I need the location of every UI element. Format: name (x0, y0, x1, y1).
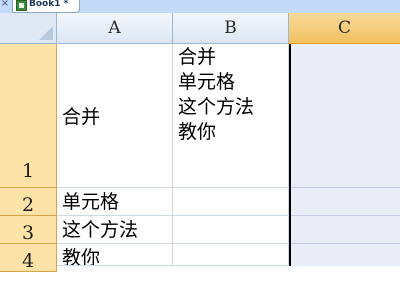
cell-a3[interactable]: 这个方法 (57, 216, 173, 244)
row-header-1[interactable]: 1 (0, 44, 57, 188)
cell-b1[interactable]: 合并 单元格 这个方法 教你 (173, 44, 289, 188)
column-header-a[interactable]: A (57, 13, 173, 44)
select-all-triangle-icon (39, 26, 53, 40)
cell-a4[interactable]: 教你 (57, 244, 173, 266)
workbook-tab-label: Book1 * (29, 0, 69, 9)
cell-b1-line-4: 教你 (178, 121, 217, 143)
cell-a4-text: 教你 (62, 247, 101, 266)
row-header-3[interactable]: 3 (0, 216, 57, 244)
excel-workbook-icon (16, 0, 27, 11)
selected-column-c[interactable] (289, 44, 400, 266)
cell-b1-line-1: 合并 (178, 46, 217, 68)
cell-b1-line-3: 这个方法 (178, 96, 255, 118)
close-icon[interactable]: × (0, 0, 10, 11)
cell-a3-text: 这个方法 (62, 219, 139, 241)
row-header-4[interactable]: 4 (0, 244, 57, 272)
cell-a2-text: 单元格 (62, 191, 120, 213)
cell-a1-text: 合并 (62, 106, 101, 128)
column-header-c[interactable]: C (289, 13, 400, 45)
cell-b3[interactable] (173, 216, 289, 244)
cell-b4[interactable] (173, 244, 289, 266)
cell-b2[interactable] (173, 188, 289, 216)
gridline (291, 187, 400, 188)
row-header-2[interactable]: 2 (0, 188, 57, 216)
gridline (291, 243, 400, 244)
cell-b1-line-2: 单元格 (178, 71, 236, 93)
cell-a2[interactable]: 单元格 (57, 188, 173, 216)
cell-a1[interactable]: 合并 (57, 44, 173, 188)
select-all-corner[interactable] (0, 13, 57, 44)
workbook-tab[interactable]: Book1 * (12, 0, 80, 13)
gridline (291, 215, 400, 216)
column-header-b[interactable]: B (173, 13, 289, 44)
workbook-tab-strip: × Book1 * (0, 0, 400, 14)
